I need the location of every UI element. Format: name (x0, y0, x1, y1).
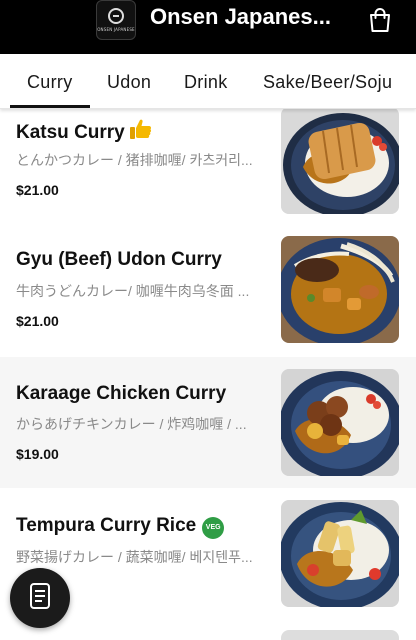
item-price: $21.00 (16, 313, 59, 329)
active-tab-indicator (10, 105, 90, 108)
item-subtitle: 牛肉うどんカレー/ 咖喱牛肉乌冬面 ... (16, 283, 250, 299)
karaage-chicken-curry-photo (281, 369, 399, 476)
menu-item-gyu-udon-curry[interactable]: Gyu (Beef) Udon Curry 牛肉うどんカレー/ 咖喱牛肉乌冬面 … (0, 226, 416, 357)
tab-udon[interactable]: Udon (107, 72, 151, 93)
next-item-photo-peek (281, 630, 399, 640)
item-name: Karaage Chicken Curry (16, 383, 227, 404)
tempura-curry-rice-photo (281, 500, 399, 607)
item-name-row: Katsu Curry (16, 118, 153, 146)
tab-sake-beer-soju[interactable]: Sake/Beer/Soju (263, 72, 392, 93)
katsu-curry-photo (281, 109, 399, 214)
app-header: ONSEN JAPANESE Onsen Japanes... (0, 0, 416, 54)
menu-item-katsu-curry[interactable]: Katsu Curry とんかつカレー / 猪排咖喱/ 카츠커리... $21.… (0, 109, 416, 226)
category-tabs: Curry Udon Drink Sake/Beer/Soju (0, 54, 416, 109)
item-subtitle: 野菜揚げカレー / 蔬菜咖喱/ 베지텐푸... (16, 549, 253, 565)
gyu-udon-curry-photo (281, 236, 399, 343)
item-subtitle: からあげチキンカレー / 炸鸡咖喱 / ... (16, 416, 247, 432)
logo-text: ONSEN JAPANESE (97, 27, 135, 32)
menu-document-icon (27, 582, 53, 615)
item-name: Gyu (Beef) Udon Curry (16, 249, 222, 270)
restaurant-logo: ONSEN JAPANESE (96, 0, 136, 40)
menu-list: Katsu Curry とんかつカレー / 猪排咖喱/ 카츠커리... $21.… (0, 109, 416, 640)
item-name-row: Tempura Curry Rice VEG (16, 515, 225, 539)
item-price: $19.00 (16, 446, 59, 462)
thumbs-up-icon (129, 118, 153, 146)
item-name: Katsu Curry (16, 122, 125, 143)
order-menu-button[interactable] (10, 568, 70, 628)
shopping-bag-icon[interactable] (366, 6, 394, 34)
item-name: Tempura Curry Rice (16, 515, 197, 536)
veg-badge: VEG (202, 517, 225, 539)
item-price: $21.00 (16, 182, 59, 198)
tab-drink[interactable]: Drink (184, 72, 228, 93)
menu-item-karaage-chicken-curry[interactable]: Karaage Chicken Curry からあげチキンカレー / 炸鸡咖喱 … (0, 357, 416, 488)
restaurant-title: Onsen Japanes... (150, 4, 331, 29)
tab-curry[interactable]: Curry (27, 72, 73, 93)
logo-emblem (108, 8, 124, 24)
item-subtitle: とんかつカレー / 猪排咖喱/ 카츠커리... (16, 152, 253, 168)
